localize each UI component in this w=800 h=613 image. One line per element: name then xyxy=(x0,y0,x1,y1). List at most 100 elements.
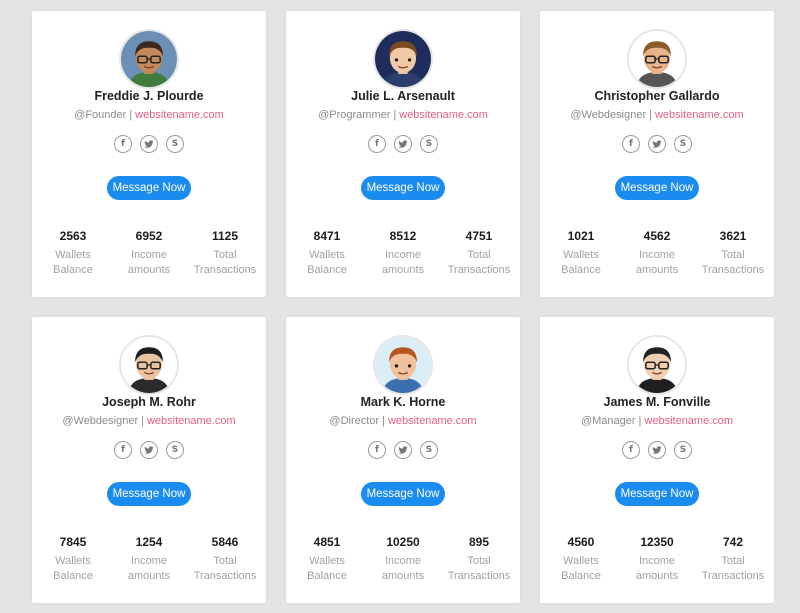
stat-item: 4851 Wallets Balance xyxy=(289,535,365,584)
stat-label: Income amounts xyxy=(381,555,425,582)
twitter-icon[interactable] xyxy=(140,135,158,153)
avatar[interactable] xyxy=(627,29,687,89)
stat-value: 6952 xyxy=(135,229,163,243)
profile-card: Christopher Gallardo @Webdesigner | websit… xyxy=(540,11,774,297)
stat-value: 742 xyxy=(722,535,744,549)
profile-meta: @Manager | websitename.com xyxy=(540,415,774,427)
website-link[interactable]: websitename.com xyxy=(655,109,744,121)
profile-name: Mark K. Horne xyxy=(360,395,446,409)
facebook-icon[interactable]: f xyxy=(622,441,640,459)
stat-value: 4562 xyxy=(643,229,671,243)
stat-label: Income amounts xyxy=(635,555,679,582)
stat-value: 1021 xyxy=(567,229,595,243)
twitter-icon[interactable] xyxy=(648,135,666,153)
meta-separator: | xyxy=(393,109,397,121)
facebook-icon[interactable]: f xyxy=(114,135,132,153)
profile-meta: @Director | websitename.com xyxy=(286,415,520,427)
profile-name: Freddie J. Plourde xyxy=(94,89,204,103)
twitter-icon[interactable] xyxy=(648,441,666,459)
message-now-button[interactable]: Message Now xyxy=(361,176,445,200)
profile-name: Julie L. Arsenault xyxy=(351,89,455,103)
facebook-icon[interactable]: f xyxy=(114,441,132,459)
meta-separator: | xyxy=(638,415,642,427)
profile-meta: @Programmer | websitename.com xyxy=(286,109,520,121)
profile-card: Freddie J. Plourde @Founder | websitename.… xyxy=(32,11,266,297)
stat-item: 895 Total Transactions xyxy=(441,535,517,584)
avatar[interactable] xyxy=(119,29,179,89)
stat-label: Income amounts xyxy=(127,249,171,276)
website-link[interactable]: websitename.com xyxy=(135,109,224,121)
profile-card: James M. Fonville @Manager | websitename.c… xyxy=(540,317,774,603)
stat-label: Total Transactions xyxy=(447,249,511,276)
profile-card: Mark K. Horne @Director | websitename.com … xyxy=(286,317,520,603)
message-now-button[interactable]: Message Now xyxy=(615,482,699,506)
avatar[interactable] xyxy=(627,335,687,395)
skype-icon[interactable]: S xyxy=(674,135,692,153)
stat-item: 12350 Income amounts xyxy=(619,535,695,584)
facebook-icon[interactable]: f xyxy=(368,441,386,459)
stat-value: 12350 xyxy=(640,535,674,549)
stat-label: Wallets Balance xyxy=(53,555,93,582)
meta-separator: | xyxy=(129,109,133,121)
stat-label: Total Transactions xyxy=(193,555,257,582)
stat-item: 1021 Wallets Balance xyxy=(543,229,619,278)
stat-value: 1125 xyxy=(211,229,239,243)
twitter-icon[interactable] xyxy=(394,135,412,153)
message-now-button[interactable]: Message Now xyxy=(361,482,445,506)
twitter-icon[interactable] xyxy=(140,441,158,459)
twitter-icon[interactable] xyxy=(394,441,412,459)
social-links: f S xyxy=(540,135,774,153)
stat-item: 1254 Income amounts xyxy=(111,535,187,584)
stat-label: Income amounts xyxy=(635,249,679,276)
stat-value: 4560 xyxy=(567,535,595,549)
social-links: f S xyxy=(32,441,266,459)
message-now-button[interactable]: Message Now xyxy=(615,176,699,200)
social-links: f S xyxy=(32,135,266,153)
stat-value: 895 xyxy=(468,535,490,549)
avatar[interactable] xyxy=(119,335,179,395)
stat-item: 7845 Wallets Balance xyxy=(35,535,111,584)
social-links: f S xyxy=(286,441,520,459)
stat-item: 4751 Total Transactions xyxy=(441,229,517,278)
profile-name: Joseph M. Rohr xyxy=(102,395,196,409)
facebook-icon[interactable]: f xyxy=(368,135,386,153)
profile-meta: @Webdesigner | websitename.com xyxy=(540,109,774,121)
meta-separator: | xyxy=(141,415,144,427)
stat-value: 7845 xyxy=(59,535,87,549)
stat-label: Income amounts xyxy=(127,555,171,582)
stat-item: 4560 Wallets Balance xyxy=(543,535,619,584)
stat-label: Wallets Balance xyxy=(307,249,347,276)
skype-icon[interactable]: S xyxy=(166,135,184,153)
stat-label: Wallets Balance xyxy=(561,555,601,582)
avatar[interactable] xyxy=(373,335,433,395)
stat-label: Total Transactions xyxy=(193,249,257,276)
skype-icon[interactable]: S xyxy=(420,441,438,459)
profile-role: @Webdesigner xyxy=(570,109,647,121)
facebook-icon[interactable]: f xyxy=(622,135,640,153)
stat-label: Total Transactions xyxy=(701,249,765,276)
avatar[interactable] xyxy=(373,29,433,89)
skype-icon[interactable]: S xyxy=(420,135,438,153)
stat-value: 3621 xyxy=(719,229,747,243)
skype-icon[interactable]: S xyxy=(166,441,184,459)
profile-role: @Webdesigner xyxy=(62,415,139,427)
message-now-button[interactable]: Message Now xyxy=(107,176,191,200)
profile-card: Joseph M. Rohr @Webdesigner | websitename.… xyxy=(32,317,266,603)
stat-item: 10250 Income amounts xyxy=(365,535,441,584)
stat-label: Total Transactions xyxy=(701,555,765,582)
stat-label: Wallets Balance xyxy=(561,249,601,276)
website-link[interactable]: websitename.com xyxy=(147,415,236,427)
website-link[interactable]: websitename.com xyxy=(388,415,477,427)
profile-card: Julie L. Arsenault @Programmer | websitena… xyxy=(286,11,520,297)
stat-item: 5846 Total Transactions xyxy=(187,535,263,584)
profile-meta: @Founder | websitename.com xyxy=(32,109,266,121)
website-link[interactable]: websitename.com xyxy=(399,109,488,121)
website-link[interactable]: websitename.com xyxy=(644,415,733,427)
stat-value: 8512 xyxy=(389,229,417,243)
stat-item: 8512 Income amounts xyxy=(365,229,441,278)
skype-icon[interactable]: S xyxy=(674,441,692,459)
stat-value: 10250 xyxy=(386,535,420,549)
message-now-button[interactable]: Message Now xyxy=(107,482,191,506)
profile-role: @Founder xyxy=(74,109,127,121)
profile-role: @Manager xyxy=(580,415,636,427)
